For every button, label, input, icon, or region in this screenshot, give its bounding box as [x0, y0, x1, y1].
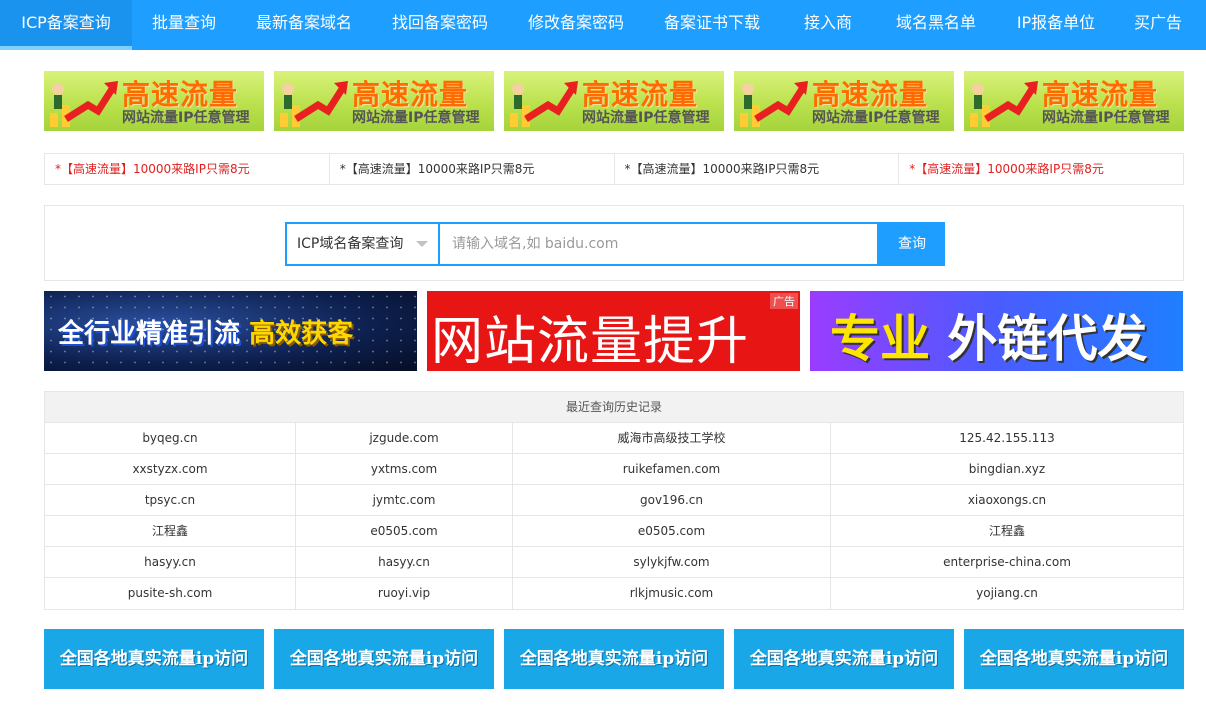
top-nav: ICP备案查询 批量查询 最新备案域名 找回备案密码 修改备案密码 备案证书下载… [0, 0, 1206, 50]
history-link[interactable]: ruikefamen.com [513, 454, 831, 484]
history-link[interactable]: xxstyzx.com [45, 454, 296, 484]
table-row: hasyy.cn hasyy.cn sylykjfw.com enterpris… [45, 547, 1183, 578]
nav-item-certificate-download[interactable]: 备案证书下载 [644, 0, 780, 50]
real-traffic-ad-button[interactable]: 全国各地真实流量ip访问 [504, 629, 724, 689]
nav-item-recover-password[interactable]: 找回备案密码 [372, 0, 508, 50]
text-ad-label: 【高速流量】10000来路IP只需8元 [61, 162, 250, 176]
history-link[interactable]: 125.42.155.113 [831, 423, 1183, 453]
nav-item-buy-ads[interactable]: 买广告 [1116, 0, 1200, 50]
text-ad-link[interactable]: *【高速流量】10000来路IP只需8元 [45, 154, 330, 184]
nav-item-ip-registrants[interactable]: IP报备单位 [996, 0, 1116, 50]
ad-headline-yellow: 高效获客 [249, 319, 354, 349]
ad-headline: 全行业精准引流 高效获客 [58, 313, 353, 350]
text-ad-label: 【高速流量】10000来路IP只需8元 [630, 162, 820, 176]
history-link[interactable]: ruoyi.vip [296, 578, 513, 609]
real-traffic-ad-button[interactable]: 全国各地真实流量ip访问 [734, 629, 954, 689]
ad-headline-yellow: 专业 [830, 310, 930, 368]
history-link[interactable]: tpsyc.cn [45, 485, 296, 515]
text-ad-row: *【高速流量】10000来路IP只需8元 *【高速流量】10000来路IP只需8… [44, 153, 1184, 185]
query-type-value: ICP域名备案查询 [297, 236, 404, 252]
text-ad-label: 【高速流量】10000来路IP只需8元 [345, 162, 535, 176]
text-ad-link[interactable]: *【高速流量】10000来路IP只需8元 [615, 154, 900, 184]
table-row: byqeg.cn jzgude.com 威海市高级技工学校 125.42.155… [45, 423, 1183, 454]
history-link[interactable]: hasyy.cn [45, 547, 296, 577]
real-traffic-ad-button[interactable]: 全国各地真实流量ip访问 [964, 629, 1184, 689]
nav-item-icp-query[interactable]: ICP备案查询 [0, 0, 132, 50]
history-link[interactable]: jzgude.com [296, 423, 513, 453]
traffic-ad-banner[interactable]: 高速流量 网站流量IP任意管理 [734, 71, 954, 131]
nav-item-change-password[interactable]: 修改备案密码 [508, 0, 644, 50]
ad-subtitle: 网站流量IP任意管理 [1042, 110, 1170, 126]
history-link[interactable]: e0505.com [513, 516, 831, 546]
traffic-ad-banner[interactable]: 高速流量 网站流量IP任意管理 [44, 71, 264, 131]
nav-item-access-providers[interactable]: 接入商 [780, 0, 876, 50]
query-type-select[interactable]: ICP域名备案查询 [285, 222, 438, 266]
traffic-boost-ad[interactable]: 网站流量提升 广告 [427, 291, 800, 371]
nav-item-latest-domains[interactable]: 最新备案域名 [236, 0, 372, 50]
query-history-table: 最近查询历史记录 byqeg.cn jzgude.com 威海市高级技工学校 1… [44, 391, 1184, 610]
nav-item-batch-query[interactable]: 批量查询 [132, 0, 236, 50]
ad-headline: 专业 外链代发 [830, 299, 1147, 371]
history-link[interactable]: 江程鑫 [45, 516, 296, 546]
history-link[interactable]: yxtms.com [296, 454, 513, 484]
rising-arrow-icon [280, 81, 348, 127]
history-table-title: 最近查询历史记录 [45, 392, 1183, 423]
precise-traffic-ad[interactable]: 全行业精准引流 高效获客 [44, 291, 417, 371]
text-ad-link[interactable]: *【高速流量】10000来路IP只需8元 [330, 154, 615, 184]
traffic-ad-banner[interactable]: 高速流量 网站流量IP任意管理 [504, 71, 724, 131]
history-link[interactable]: xiaoxongs.cn [831, 485, 1183, 515]
table-row: tpsyc.cn jymtc.com gov196.cn xiaoxongs.c… [45, 485, 1183, 516]
rising-arrow-icon [50, 81, 118, 127]
ad-headline: 网站流量提升 [431, 312, 750, 371]
caret-down-icon [416, 241, 428, 247]
rising-arrow-icon [970, 81, 1038, 127]
domain-search-input[interactable] [438, 222, 879, 266]
table-row: 江程鑫 e0505.com e0505.com 江程鑫 [45, 516, 1183, 547]
history-link[interactable]: byqeg.cn [45, 423, 296, 453]
ad-subtitle: 网站流量IP任意管理 [122, 110, 250, 126]
real-traffic-ad-button[interactable]: 全国各地真实流量ip访问 [274, 629, 494, 689]
history-link[interactable]: gov196.cn [513, 485, 831, 515]
text-ad-label: 【高速流量】10000来路IP只需8元 [915, 162, 1104, 176]
history-link[interactable]: yojiang.cn [831, 578, 1183, 609]
history-link[interactable]: e0505.com [296, 516, 513, 546]
history-link[interactable]: jymtc.com [296, 485, 513, 515]
history-link[interactable]: hasyy.cn [296, 547, 513, 577]
ad-headline-white: 外链代发 [947, 310, 1148, 368]
history-link[interactable]: 威海市高级技工学校 [513, 423, 831, 453]
ad-subtitle: 网站流量IP任意管理 [812, 110, 940, 126]
backlink-service-ad[interactable]: 专业 外链代发 [810, 291, 1183, 371]
ad-subtitle: 网站流量IP任意管理 [352, 110, 480, 126]
nav-item-domain-blacklist[interactable]: 域名黑名单 [876, 0, 996, 50]
history-link[interactable]: enterprise-china.com [831, 547, 1183, 577]
ad-mark-label: 广告 [770, 293, 798, 309]
table-row: pusite-sh.com ruoyi.vip rlkjmusic.com yo… [45, 578, 1183, 609]
search-button[interactable]: 查询 [879, 222, 945, 266]
history-link[interactable]: rlkjmusic.com [513, 578, 831, 609]
traffic-ad-banner[interactable]: 高速流量 网站流量IP任意管理 [274, 71, 494, 131]
bottom-ad-buttons: 全国各地真实流量ip访问 全国各地真实流量ip访问 全国各地真实流量ip访问 全… [44, 629, 1184, 689]
history-link[interactable]: 江程鑫 [831, 516, 1183, 546]
history-link[interactable]: bingdian.xyz [831, 454, 1183, 484]
table-row: xxstyzx.com yxtms.com ruikefamen.com bin… [45, 454, 1183, 485]
rising-arrow-icon [510, 81, 578, 127]
top-ad-row: 高速流量 网站流量IP任意管理 高速流量 网站流量IP任意管理 高速流量 网站流… [44, 71, 1184, 131]
ad-headline-white: 全行业精准引流 [58, 319, 241, 349]
history-link[interactable]: pusite-sh.com [45, 578, 296, 609]
big-ad-row: 全行业精准引流 高效获客 网站流量提升 广告 专业 外链代发 [44, 291, 1184, 371]
search-panel: ICP域名备案查询 查询 [44, 205, 1184, 281]
real-traffic-ad-button[interactable]: 全国各地真实流量ip访问 [44, 629, 264, 689]
traffic-ad-banner[interactable]: 高速流量 网站流量IP任意管理 [964, 71, 1184, 131]
history-link[interactable]: sylykjfw.com [513, 547, 831, 577]
ad-subtitle: 网站流量IP任意管理 [582, 110, 710, 126]
rising-arrow-icon [740, 81, 808, 127]
text-ad-link[interactable]: *【高速流量】10000来路IP只需8元 [899, 154, 1183, 184]
